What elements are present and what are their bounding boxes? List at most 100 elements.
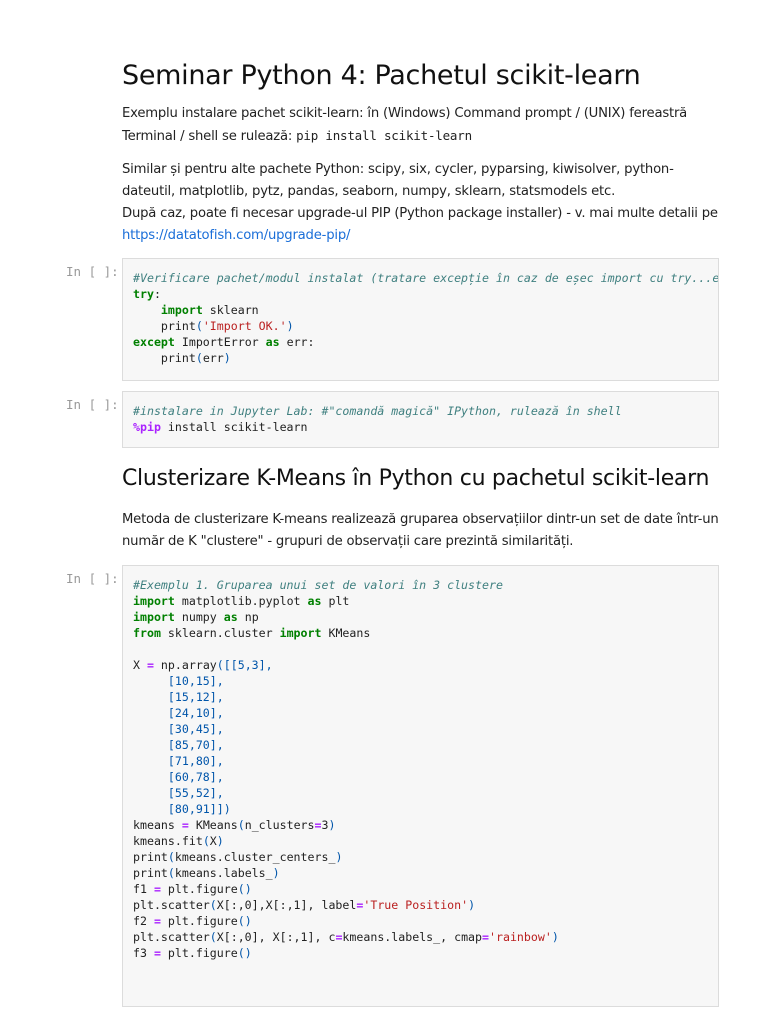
code-line: [85,70], bbox=[133, 737, 708, 753]
code-token: ( bbox=[237, 818, 245, 832]
code-token: KMeans bbox=[188, 818, 238, 832]
code-line: #Exemplu 1. Gruparea unui set de valori … bbox=[133, 577, 708, 593]
code-token: ) bbox=[335, 850, 343, 864]
code-token: plt.scatter bbox=[133, 930, 210, 944]
code-token: ) bbox=[272, 866, 280, 880]
code-cell-kmeans-example[interactable]: #Exemplu 1. Gruparea unui set de valori … bbox=[122, 565, 719, 1007]
code-token: n_clusters bbox=[244, 818, 315, 832]
code-token: ( bbox=[202, 834, 210, 848]
code-cell-pip-install[interactable]: #instalare in Jupyter Lab: #"comandă mag… bbox=[122, 391, 719, 448]
code-token: ) bbox=[286, 319, 294, 333]
code-line: print(kmeans.labels_) bbox=[133, 865, 708, 881]
code-token: [10,15], bbox=[133, 674, 224, 688]
code-token: ) bbox=[216, 834, 224, 848]
code-token: import bbox=[279, 626, 322, 640]
code-token: print bbox=[133, 319, 196, 333]
code-token: [15,12], bbox=[133, 690, 224, 704]
code-token: #Verificare pachet/modul instalat (trata… bbox=[133, 271, 719, 285]
code-token: install scikit-learn bbox=[160, 420, 308, 434]
code-line: f2 = plt.figure() bbox=[133, 913, 708, 929]
code-token: %pip bbox=[133, 420, 161, 434]
code-token: [55,52], bbox=[133, 786, 224, 800]
code-token: #Exemplu 1. Gruparea unui set de valori … bbox=[133, 578, 503, 592]
code-line: #Verificare pachet/modul instalat (trata… bbox=[133, 270, 718, 286]
code-token: np bbox=[237, 610, 259, 624]
code-token: ( bbox=[209, 930, 217, 944]
code-token: [85,70], bbox=[133, 738, 224, 752]
code-line: f1 = plt.figure() bbox=[133, 881, 708, 897]
code-line: [80,91]]) bbox=[133, 801, 708, 817]
upgrade-pip-link[interactable]: https://datatofish.com/upgrade-pip/ bbox=[122, 228, 350, 243]
intro-paragraph: Exemplu instalare pachet scikit-learn: î… bbox=[122, 103, 722, 148]
code-token: f3 bbox=[133, 946, 154, 960]
code-token: as bbox=[223, 610, 238, 624]
code-token: X[:,0], X[:,1], c bbox=[216, 930, 336, 944]
code-token: ( bbox=[167, 866, 175, 880]
code-token: plt.figure bbox=[160, 946, 238, 960]
code-line: [15,12], bbox=[133, 689, 708, 705]
code-token: import bbox=[133, 594, 175, 608]
code-token: ([[5,3], bbox=[216, 658, 273, 672]
code-token: ) bbox=[551, 930, 559, 944]
code-token: = bbox=[153, 946, 161, 960]
code-token: = bbox=[153, 914, 161, 928]
code-token: 'Import OK.' bbox=[202, 319, 287, 333]
code-token: plt.figure bbox=[160, 882, 238, 896]
code-token: ( bbox=[167, 850, 175, 864]
code-token: [24,10], bbox=[133, 706, 224, 720]
code-cell-import-check[interactable]: #Verificare pachet/modul instalat (trata… bbox=[122, 258, 719, 381]
code-token: ) bbox=[223, 351, 231, 365]
code-token: matplotlib.pyplot bbox=[174, 594, 308, 608]
code-token: = bbox=[146, 658, 154, 672]
code-token: () bbox=[237, 914, 252, 928]
code-token: plt bbox=[321, 594, 350, 608]
code-token: err: bbox=[279, 335, 315, 349]
code-token: np.array bbox=[153, 658, 217, 672]
code-token: () bbox=[237, 882, 252, 896]
code-line: import numpy as np bbox=[133, 609, 708, 625]
code-token: kmeans.labels_ bbox=[174, 866, 273, 880]
install-command: pip install scikit-learn bbox=[296, 128, 472, 143]
code-token: ( bbox=[195, 351, 203, 365]
code-token: #instalare in Jupyter Lab: #"comandă mag… bbox=[133, 404, 622, 418]
code-line: %pip install scikit-learn bbox=[133, 419, 708, 435]
code-token: plt.figure bbox=[160, 914, 238, 928]
code-line: [30,45], bbox=[133, 721, 708, 737]
code-line: import sklearn bbox=[133, 302, 708, 318]
code-token: [30,45], bbox=[133, 722, 224, 736]
code-line: import matplotlib.pyplot as plt bbox=[133, 593, 708, 609]
code-token: ) bbox=[328, 818, 336, 832]
code-token: print bbox=[133, 351, 196, 365]
code-line: try: bbox=[133, 286, 708, 302]
code-token: sklearn bbox=[202, 303, 259, 317]
cell-prompt: In [ ]: bbox=[66, 571, 119, 586]
code-token: try bbox=[133, 287, 154, 301]
code-token: 'True Position' bbox=[363, 898, 469, 912]
code-token: ImportError bbox=[174, 335, 266, 349]
code-token: = bbox=[153, 882, 161, 896]
code-line: print('Import OK.') bbox=[133, 318, 708, 334]
code-token: import bbox=[160, 303, 203, 317]
code-token: ( bbox=[209, 898, 217, 912]
code-token: () bbox=[237, 946, 252, 960]
code-line: [71,80], bbox=[133, 753, 708, 769]
code-token: as bbox=[307, 594, 322, 608]
packages-paragraph: Similar și pentru alte pachete Python: s… bbox=[122, 159, 722, 247]
code-token: sklearn.cluster bbox=[160, 626, 280, 640]
code-line: except ImportError as err: bbox=[133, 334, 708, 350]
code-token: [80,91]]) bbox=[133, 802, 231, 816]
code-token: print bbox=[133, 866, 168, 880]
code-token: kmeans.fit bbox=[133, 834, 203, 848]
code-token: from bbox=[133, 626, 161, 640]
code-line: kmeans = KMeans(n_clusters=3) bbox=[133, 817, 708, 833]
code-token: = bbox=[181, 818, 189, 832]
pip-upgrade-text: După caz, poate fi necesar upgrade-ul PI… bbox=[122, 206, 718, 221]
packages-text: Similar și pentru alte pachete Python: s… bbox=[122, 162, 674, 199]
code-token: plt.scatter bbox=[133, 898, 210, 912]
code-line: [24,10], bbox=[133, 705, 708, 721]
section-title: Clusterizare K-Means în Python cu pachet… bbox=[122, 466, 710, 491]
code-line: plt.scatter(X[:,0],X[:,1], label='True P… bbox=[133, 897, 708, 913]
code-line: #instalare in Jupyter Lab: #"comandă mag… bbox=[133, 403, 708, 419]
code-token: kmeans.labels_, cmap bbox=[342, 930, 483, 944]
